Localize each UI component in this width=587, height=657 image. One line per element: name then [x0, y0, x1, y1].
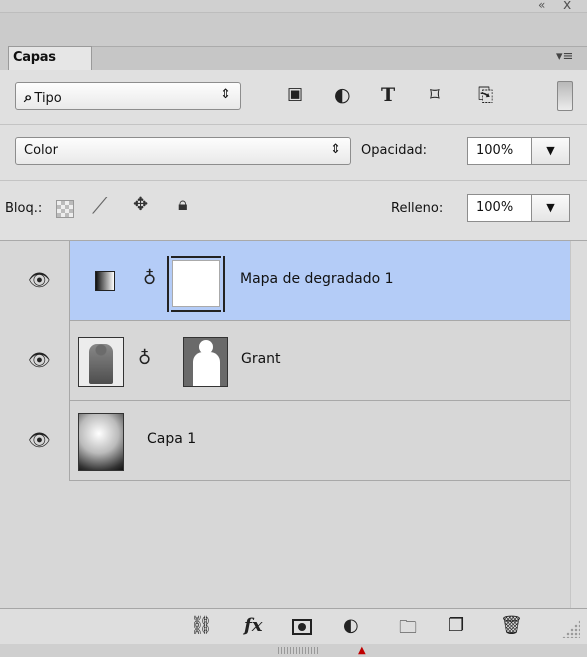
- fill-dropdown-button[interactable]: ▼: [532, 194, 570, 222]
- updown-arrows-icon: ⇕: [220, 87, 231, 102]
- double-chevron-left-icon[interactable]: «: [538, 0, 545, 12]
- layer-name[interactable]: Mapa de degradado 1: [240, 271, 394, 287]
- tab-bar-fill: [92, 46, 587, 70]
- layer-row[interactable]: 👁︎ ♁ Grant: [0, 321, 570, 401]
- pixel-layer-filter-icon[interactable]: ▣: [287, 84, 303, 104]
- chain-link-icon[interactable]: ♁: [138, 348, 151, 369]
- lock-all-icon[interactable]: 🔒︎: [178, 194, 188, 215]
- lock-image-pixels-icon[interactable]: ⟋: [92, 194, 107, 219]
- opacity-label: Opacidad:: [361, 143, 428, 158]
- visibility-cell[interactable]: 👁︎: [0, 321, 70, 401]
- new-group-icon[interactable]: 🗀︎: [399, 615, 417, 645]
- add-mask-icon[interactable]: [292, 619, 312, 635]
- layers-scrollbar[interactable]: [570, 241, 587, 608]
- fill-input[interactable]: 100%: [467, 194, 532, 222]
- layer-name[interactable]: Grant: [241, 351, 281, 367]
- layers-list: 👁︎ ♁ Mapa de degradado 1 👁︎ ♁ Grant 👁︎ C…: [0, 240, 587, 608]
- layer-thumbnail[interactable]: [78, 413, 124, 471]
- gradient-map-icon: [95, 271, 115, 291]
- link-layers-icon[interactable]: ⛓︎: [190, 615, 213, 636]
- dock-grip[interactable]: [278, 647, 318, 654]
- layer-row[interactable]: 👁︎ Capa 1: [0, 401, 570, 481]
- filter-toggle-switch[interactable]: [557, 81, 573, 111]
- blend-mode-value: Color: [24, 143, 58, 158]
- visibility-cell[interactable]: 👁︎: [0, 401, 70, 481]
- triangle-marker-icon: ▲: [358, 645, 366, 656]
- panel-titlebar: « x: [0, 0, 587, 13]
- person-figure: [89, 344, 113, 384]
- opacity-dropdown-button[interactable]: ▼: [532, 137, 570, 165]
- updown-arrows-icon: ⇕: [330, 142, 341, 157]
- filter-kind-select[interactable]: ⌕ Tipo ⇕: [15, 82, 241, 110]
- new-adjustment-layer-icon[interactable]: ◐: [343, 615, 359, 636]
- fx-icon[interactable]: fx: [244, 615, 262, 636]
- layer-thumbnail[interactable]: [78, 337, 124, 387]
- eye-icon[interactable]: 👁︎: [28, 270, 51, 291]
- chevron-down-icon: ▼: [546, 144, 555, 157]
- tab-bar: Capas ▾≡: [0, 13, 587, 70]
- layer-mask-thumbnail[interactable]: [183, 337, 228, 387]
- eye-icon[interactable]: 👁︎: [28, 350, 51, 371]
- eye-icon[interactable]: 👁︎: [28, 430, 51, 451]
- filter-kind-value: Tipo: [34, 91, 62, 106]
- chevron-down-icon: ▼: [546, 201, 555, 214]
- panel-menu-icon[interactable]: ▾≡: [556, 49, 573, 64]
- visibility-cell[interactable]: 👁︎: [0, 241, 70, 321]
- layer-mask-thumbnail[interactable]: [172, 260, 220, 307]
- search-icon: ⌕: [24, 88, 33, 106]
- fill-label: Relleno:: [391, 201, 444, 216]
- smart-object-filter-icon[interactable]: ⎘: [478, 84, 493, 106]
- lock-transparent-pixels-icon[interactable]: [56, 200, 74, 218]
- chain-link-icon[interactable]: ♁: [143, 268, 156, 289]
- layer-row[interactable]: 👁︎ ♁ Mapa de degradado 1: [0, 241, 570, 321]
- new-layer-icon[interactable]: ❐: [448, 615, 464, 636]
- close-icon[interactable]: x: [563, 0, 571, 12]
- layer-name[interactable]: Capa 1: [147, 431, 196, 447]
- lock-position-icon[interactable]: ✥: [133, 194, 148, 215]
- layers-footer-toolbar: ⛓︎ fx ◐ 🗀︎ ❐ 🗑︎: [0, 608, 587, 644]
- opacity-input[interactable]: 100%: [467, 137, 532, 165]
- tab-capas[interactable]: Capas: [8, 46, 92, 70]
- adjustment-layer-filter-icon[interactable]: ◐: [334, 84, 351, 106]
- type-layer-filter-icon[interactable]: T: [381, 84, 395, 106]
- blend-mode-select[interactable]: Color ⇕: [15, 137, 351, 165]
- panel-footer-strip: ▲: [0, 644, 587, 657]
- silhouette-body: [193, 352, 220, 386]
- trash-icon[interactable]: 🗑︎: [500, 615, 523, 636]
- lock-label: Bloq.:: [5, 201, 43, 216]
- shape-layer-filter-icon[interactable]: ⌑: [430, 84, 440, 106]
